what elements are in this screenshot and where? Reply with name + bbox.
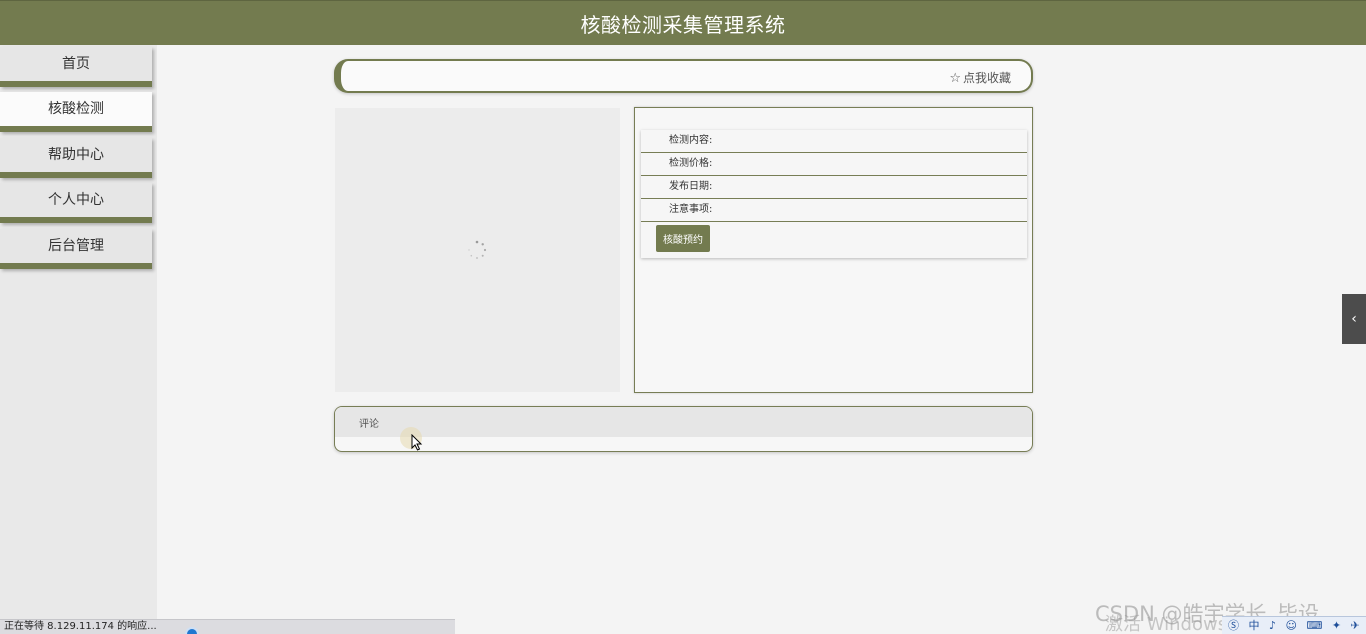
mouse-cursor-icon	[411, 434, 423, 451]
collapse-panel-button[interactable]: ‹	[1342, 294, 1366, 344]
favorite-label: 点我收藏	[962, 71, 1011, 85]
sidebar: 首页 核酸检测 帮助中心 个人中心 后台管理	[0, 45, 157, 634]
app-header: 核酸检测采集管理系统	[0, 0, 1366, 45]
sidebar-item-help-center[interactable]: 帮助中心	[0, 138, 152, 178]
book-test-button[interactable]: 核酸预约	[656, 225, 710, 252]
system-tray[interactable]: Ⓢ 中 ♪ ☺ ⌨ ✦ ✈	[1222, 616, 1366, 634]
comment-title: 评论	[359, 419, 379, 430]
sidebar-item-admin[interactable]: 后台管理	[0, 229, 152, 269]
sidebar-item-home[interactable]: 首页	[0, 47, 152, 87]
comment-header: 评论	[335, 407, 1032, 437]
windows-activation-watermark: 激活 Windows	[1105, 614, 1228, 634]
field-test-content: 检测内容:	[641, 130, 1027, 153]
sidebar-item-nucleic-test[interactable]: 核酸检测	[0, 92, 152, 132]
browser-status-bar: 正在等待 8.129.11.174 的响应...	[0, 619, 455, 634]
detail-fields: 检测内容: 检测价格: 发布日期: 注意事项: 核酸预约	[641, 130, 1027, 258]
field-publish-date: 发布日期:	[641, 176, 1027, 199]
comment-section: 评论	[334, 406, 1033, 452]
favorite-link[interactable]: ☆ 点我收藏	[949, 69, 1011, 86]
field-test-price: 检测价格:	[641, 153, 1027, 176]
sidebar-item-personal-center[interactable]: 个人中心	[0, 183, 152, 223]
product-image-placeholder	[335, 108, 620, 392]
star-outline-icon: ☆	[949, 71, 961, 86]
favorite-bar: ☆ 点我收藏	[334, 59, 1033, 93]
loading-spinner-icon	[468, 240, 487, 259]
test-detail-panel: 检测内容: 检测价格: 发布日期: 注意事项: 核酸预约	[634, 107, 1033, 393]
field-notes: 注意事项:	[641, 199, 1027, 222]
chevron-left-icon: ‹	[1351, 311, 1357, 327]
status-indicator-icon	[185, 627, 199, 634]
page-title: 核酸检测采集管理系统	[580, 13, 786, 37]
